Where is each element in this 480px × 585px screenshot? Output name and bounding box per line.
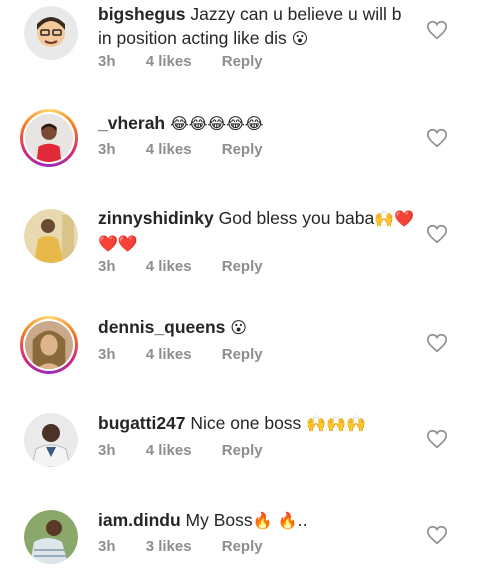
comment-text: dennis_queens 😮: [98, 315, 418, 340]
comment-username[interactable]: bugatti247: [98, 413, 186, 433]
comment-body: Nice one boss: [190, 413, 302, 433]
comment-likes[interactable]: 4 likes: [146, 346, 192, 363]
comment-likes[interactable]: 3 likes: [146, 538, 192, 555]
heart-outline-icon[interactable]: [426, 524, 448, 546]
comment-text: iam.dindu My Boss🔥 🔥..: [98, 508, 418, 533]
heart-outline-icon[interactable]: [426, 332, 448, 354]
avatar[interactable]: [24, 209, 78, 263]
reply-button[interactable]: Reply: [222, 346, 263, 363]
avatar[interactable]: [24, 413, 78, 467]
heart-outline-icon[interactable]: [426, 223, 448, 245]
comment-username[interactable]: iam.dindu: [98, 510, 181, 530]
comment-username[interactable]: dennis_queens: [98, 317, 225, 337]
reply-button[interactable]: Reply: [222, 258, 263, 275]
comment-text: _vherah 😂😂😂😂😂: [98, 111, 418, 136]
comment-meta: 3h 3 likes Reply: [98, 538, 263, 555]
comment-emoji: 😮: [230, 318, 247, 337]
reply-button[interactable]: Reply: [222, 141, 263, 158]
photo-avatar-icon: [25, 321, 73, 369]
comment-meta: 3h 4 likes Reply: [98, 141, 263, 158]
avatar[interactable]: [20, 109, 78, 167]
comment-time: 3h: [98, 53, 116, 70]
comment-body: God bless you baba: [218, 208, 375, 228]
comment-meta: 3h 4 likes Reply: [98, 346, 263, 363]
photo-avatar-icon: [24, 209, 78, 263]
comment-meta: 3h 4 likes Reply: [98, 53, 263, 70]
reply-button[interactable]: Reply: [222, 538, 263, 555]
comment-text: bugatti247 Nice one boss 🙌🙌🙌: [98, 411, 418, 436]
comment-emoji: 😮: [291, 29, 309, 48]
heart-outline-icon[interactable]: [426, 428, 448, 450]
heart-outline-icon[interactable]: [426, 127, 448, 149]
heart-outline-icon[interactable]: [426, 19, 448, 41]
comment-emoji: 🙌🙌🙌: [306, 414, 366, 433]
comment-likes[interactable]: 4 likes: [146, 53, 192, 70]
avatar[interactable]: [24, 6, 78, 60]
comment-time: 3h: [98, 258, 116, 275]
reply-button[interactable]: Reply: [222, 53, 263, 70]
comment-username[interactable]: zinnyshidinky: [98, 208, 214, 228]
cartoon-avatar-icon: [24, 6, 78, 60]
comment-username[interactable]: bigshegus: [98, 4, 186, 24]
comment-time: 3h: [98, 346, 116, 363]
comment-text: bigshegus Jazzy can u believe u will b i…: [98, 2, 418, 51]
comment-time: 3h: [98, 442, 116, 459]
comment-text: zinnyshidinky God bless you baba🙌❤️ ❤️❤️: [98, 206, 418, 256]
avatar[interactable]: [24, 510, 78, 564]
comment-username[interactable]: _vherah: [98, 113, 165, 133]
reply-button[interactable]: Reply: [222, 442, 263, 459]
comment-time: 3h: [98, 141, 116, 158]
comment-time: 3h: [98, 538, 116, 555]
photo-avatar-icon: [25, 114, 73, 162]
comment-likes[interactable]: 4 likes: [146, 442, 192, 459]
comment-emoji: 😂😂😂😂😂: [170, 114, 264, 133]
avatar[interactable]: [20, 316, 78, 374]
photo-avatar-icon: [24, 510, 78, 564]
comment-meta: 3h 4 likes Reply: [98, 442, 263, 459]
comment-body: My Boss: [185, 510, 253, 530]
comment-likes[interactable]: 4 likes: [146, 141, 192, 158]
comment-emoji: 🔥 🔥..: [252, 511, 308, 530]
comment-meta: 3h 4 likes Reply: [98, 258, 263, 275]
photo-avatar-icon: [24, 413, 78, 467]
comment-likes[interactable]: 4 likes: [146, 258, 192, 275]
